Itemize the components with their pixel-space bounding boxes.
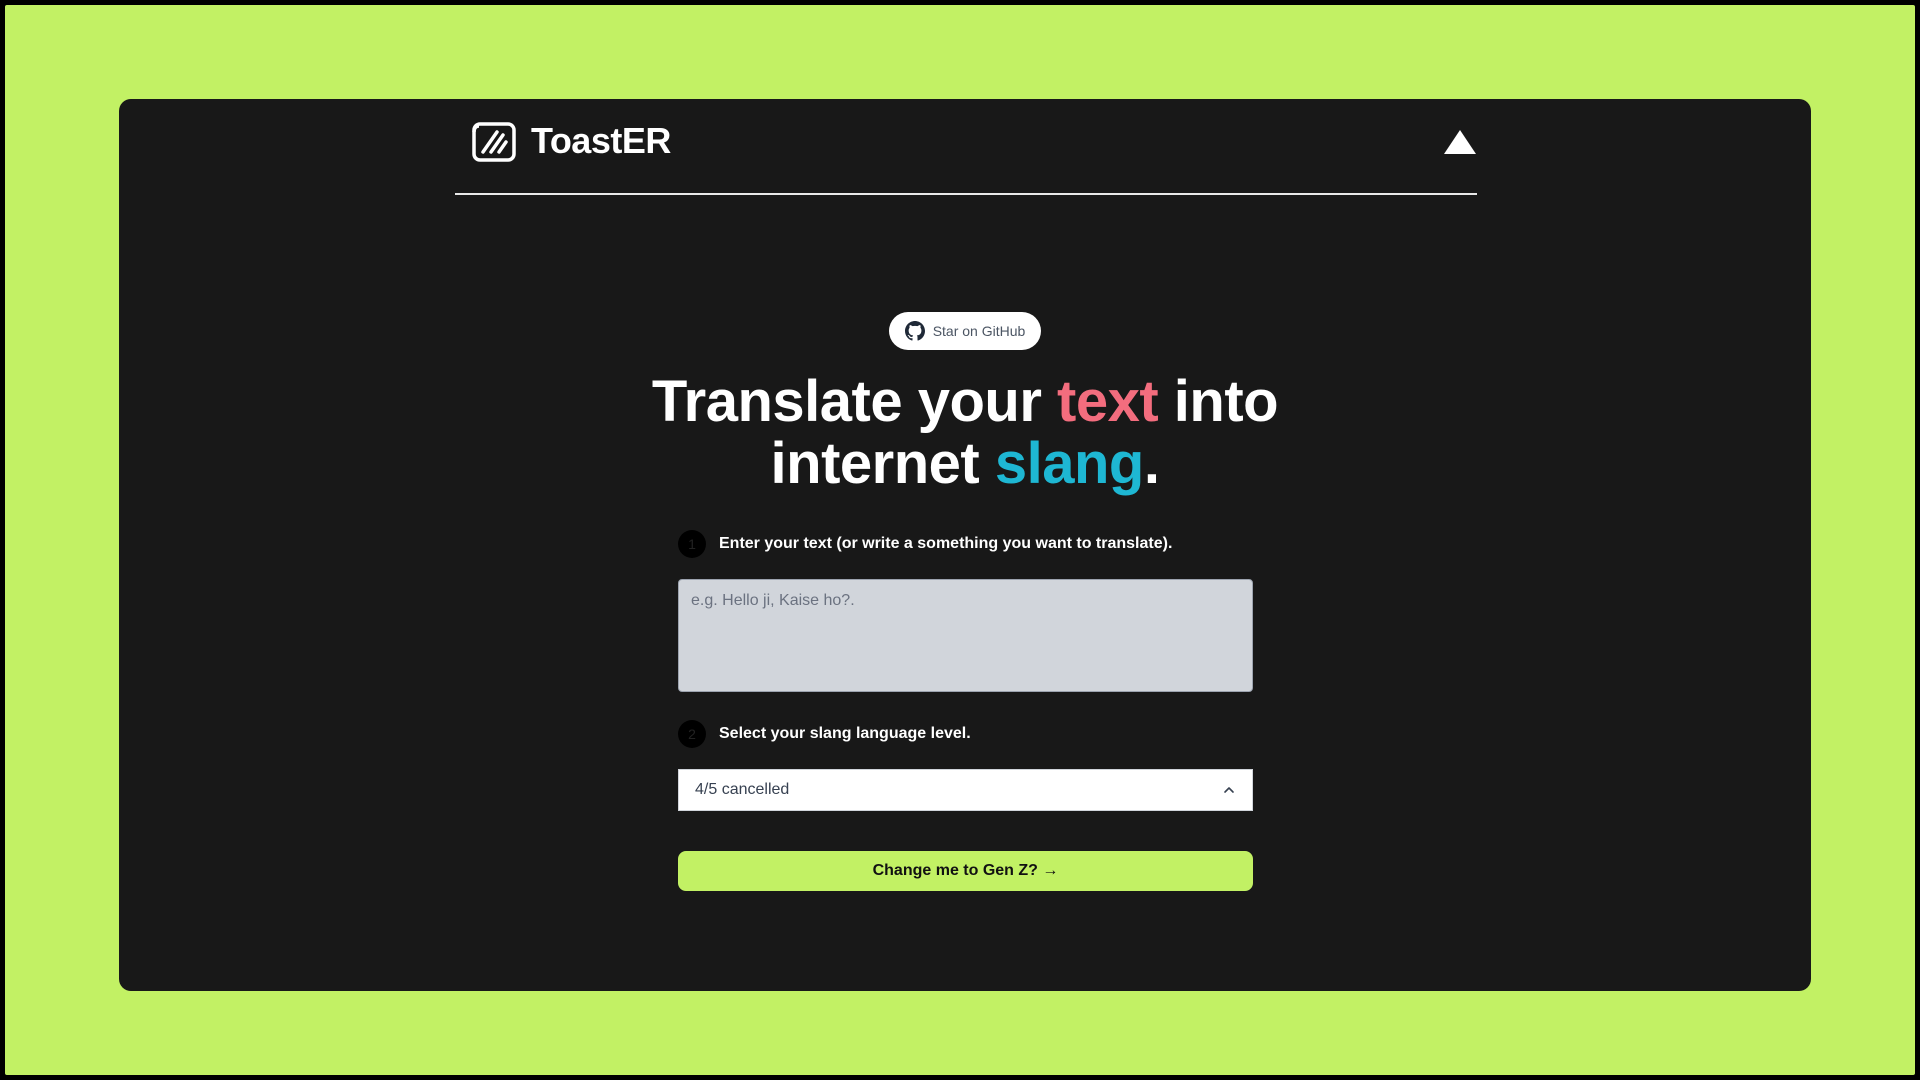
chevron-up-icon — [1224, 787, 1234, 793]
page-background: ToastER Star on GitHub Translate your te… — [5, 5, 1915, 1075]
step-1-label: Enter your text (or write a something yo… — [719, 535, 1173, 552]
slang-level-value: 4/5 cancelled — [695, 781, 790, 798]
step-2: 2 Select your slang language level. — [678, 720, 971, 748]
slang-level-select[interactable]: 4/5 cancelled — [678, 769, 1253, 811]
headline-line-2: internet slang. — [119, 433, 1811, 495]
toast-logo-icon[interactable] — [471, 118, 517, 164]
star-on-github-label: Star on GitHub — [932, 323, 1026, 339]
step-number-badge: 2 — [678, 720, 706, 748]
step-1: 1 Enter your text (or write a something … — [678, 530, 1172, 558]
headline-line-1: Translate your text into — [119, 371, 1811, 433]
headline-text: internet — [770, 431, 995, 496]
headline-text: . — [1143, 431, 1160, 496]
header: ToastER — [455, 99, 1477, 195]
step-2-label: Select your slang language level. — [719, 725, 971, 742]
headline-highlight-text: text — [1057, 369, 1159, 434]
headline-text: into — [1158, 369, 1279, 434]
change-to-genz-button[interactable]: Change me to Gen Z? → — [678, 851, 1253, 891]
step-number-badge: 1 — [678, 530, 706, 558]
github-icon — [904, 321, 925, 341]
headline-highlight-slang: slang — [994, 431, 1145, 496]
app-card: ToastER Star on GitHub Translate your te… — [119, 99, 1811, 991]
text-input[interactable] — [678, 579, 1253, 692]
headline: Translate your text into internet slang. — [119, 371, 1811, 495]
vercel-triangle-icon[interactable] — [1443, 129, 1477, 155]
brand-name[interactable]: ToastER — [531, 117, 671, 165]
star-on-github-button[interactable]: Star on GitHub — [889, 312, 1041, 350]
headline-text: Translate your — [651, 369, 1058, 434]
